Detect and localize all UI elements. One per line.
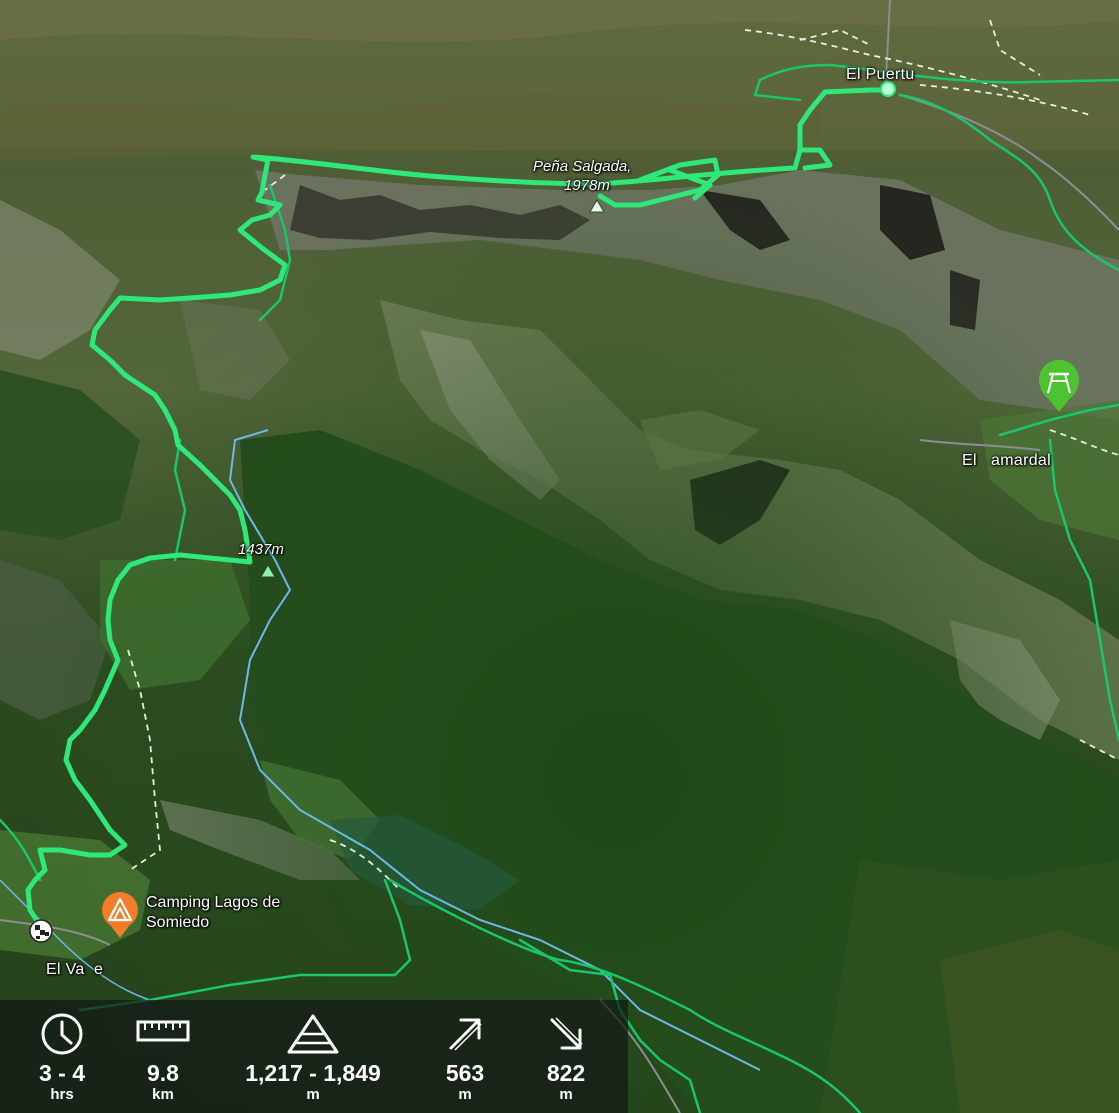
peak-name-pena-salgada: Peña Salgada, bbox=[533, 158, 632, 175]
descent-stat: 822 m bbox=[506, 1000, 626, 1113]
elevation-range-stat: 1,217 - 1,849 m bbox=[245, 1000, 381, 1113]
distance-stat: 9.8 km bbox=[103, 1000, 223, 1113]
peak-elevation-1437: 1437m bbox=[238, 541, 284, 558]
peak-elevation-pena-salgada: 1978m bbox=[564, 177, 610, 194]
elevation-range-unit: m bbox=[306, 1086, 320, 1103]
elevation-range-value: 1,217 - 1,849 bbox=[245, 1060, 381, 1086]
descent-value: 822 bbox=[546, 1060, 586, 1086]
distance-value: 9.8 bbox=[147, 1060, 179, 1086]
trail-stats-panel: 3 - 4 hrs 9.8 km 1,217 - 1,849 m 563 m 8… bbox=[0, 1000, 628, 1113]
waypoint-marker[interactable] bbox=[880, 81, 896, 97]
camping-label-line2: Somiedo bbox=[146, 914, 210, 931]
camping-label-line1: Camping Lagos de bbox=[146, 894, 281, 911]
place-label-el-puertu: El Puertu bbox=[846, 66, 915, 83]
descent-unit: m bbox=[559, 1086, 573, 1103]
ruler-icon bbox=[136, 1020, 190, 1042]
trail-start-flag-icon[interactable] bbox=[29, 919, 53, 943]
descent-arrow-icon bbox=[550, 1017, 583, 1050]
distance-unit: km bbox=[152, 1086, 174, 1103]
elevation-range-icon bbox=[287, 1014, 339, 1054]
place-label-el-llamardal: El amardal bbox=[962, 452, 1051, 469]
place-label-el-valle: El Va e bbox=[46, 961, 104, 978]
